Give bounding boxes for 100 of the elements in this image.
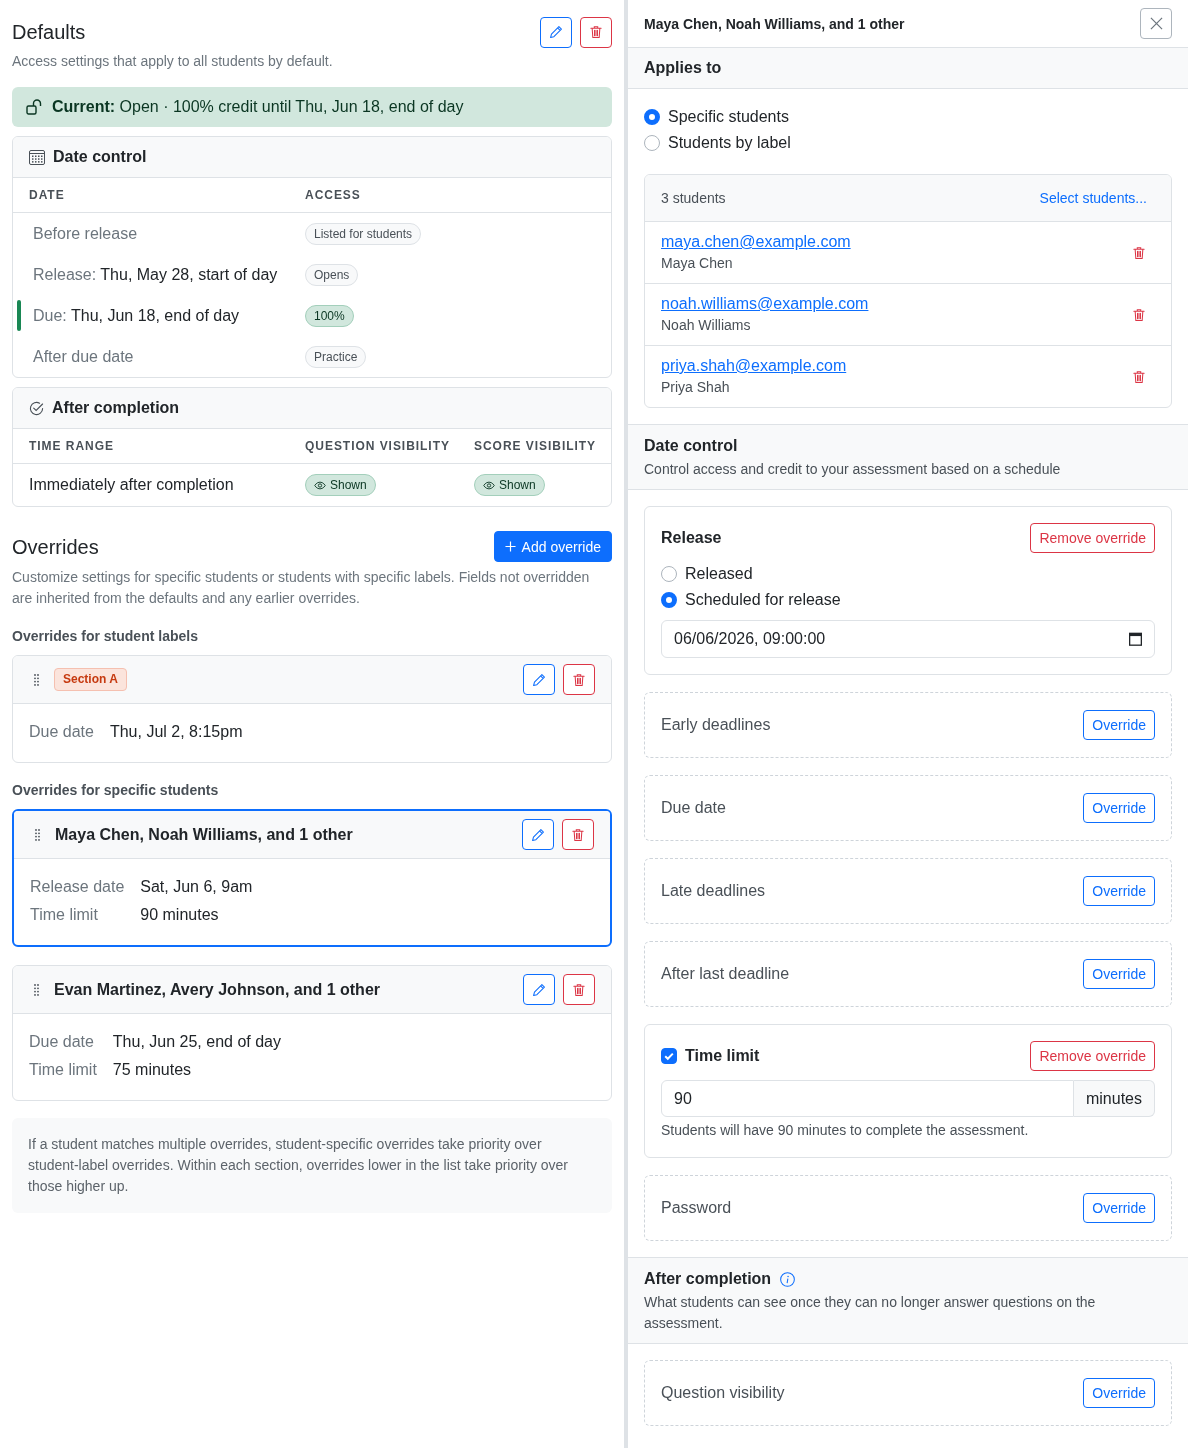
trash-icon <box>572 827 584 842</box>
edit-button[interactable] <box>523 974 555 1005</box>
add-override-button[interactable]: Add override <box>493 531 612 562</box>
access-badge: Practice <box>305 345 367 368</box>
number-field[interactable]: 90 <box>661 1080 1074 1117</box>
column-header: DATE <box>28 188 66 202</box>
select-students-link[interactable]: Select students... <box>1039 187 1147 209</box>
trash-icon <box>1133 307 1145 322</box>
card-title: Date control <box>53 147 147 167</box>
student-count: 3 students <box>661 189 726 208</box>
eye-icon <box>314 480 326 490</box>
calendar-icon <box>29 149 45 165</box>
override-button[interactable]: Override <box>1083 1378 1155 1408</box>
grip-icon[interactable] <box>35 828 40 841</box>
check-circle-icon <box>29 400 44 416</box>
setting-title: Late deadlines <box>661 881 766 901</box>
student-name: Priya Shah <box>661 378 730 397</box>
group-heading: Overrides for specific students <box>12 781 220 800</box>
date-cell-text: Due: Thu, Jun 18, end of day <box>33 305 240 326</box>
override-button[interactable]: Override <box>1083 959 1155 989</box>
label-tag: Section A <box>54 668 127 691</box>
student-name: Noah Williams <box>661 316 751 335</box>
date-cell-text: Release: Thu, May 28, start of day <box>33 264 278 285</box>
email-link[interactable]: noah.williams@example.com <box>661 293 869 315</box>
group-heading: Overrides for student labels <box>12 627 199 646</box>
delete-button[interactable] <box>580 16 612 48</box>
datetime-field[interactable]: 06/06/2026, 09:00:00 <box>661 620 1155 658</box>
close-button[interactable] <box>1140 8 1172 39</box>
field-value: Sat, Jun 6, 9am <box>140 877 254 897</box>
card-title: After completion <box>52 398 180 418</box>
access-badge: Listed for students <box>305 222 422 245</box>
visibility-text: Shown <box>499 477 536 493</box>
priority-note: If a student matches multiple overrides, student-specific overrides take priority over student-label overrides. Within each section, overrides lower in the list take priority over those higher up. <box>12 1118 612 1213</box>
section-description: Control access and credit to your assessment based on a schedule <box>644 460 1062 479</box>
email-link[interactable]: maya.chen@example.com <box>661 231 851 253</box>
setting-title: Due date <box>661 798 726 818</box>
setting-title: Question visibility <box>661 1383 785 1403</box>
radio-label[interactable]: Students by label <box>668 130 791 156</box>
setting-title: After last deadline <box>661 964 790 984</box>
trash-icon <box>573 982 585 997</box>
section-heading: Overrides <box>12 534 99 559</box>
radio-button[interactable] <box>644 109 660 125</box>
visibility-text: Shown <box>330 477 367 493</box>
open-lock-icon <box>26 99 44 115</box>
section-title: After completion <box>644 1269 772 1289</box>
column-header: ACCESS <box>305 188 362 202</box>
access-badge: 100% <box>305 304 354 327</box>
edit-button[interactable] <box>523 664 555 695</box>
pencil-icon <box>532 982 546 997</box>
trash-icon <box>1133 369 1145 384</box>
delete-button[interactable] <box>562 819 594 850</box>
date-cell-text: Before release <box>33 223 138 244</box>
checkbox[interactable] <box>661 1048 677 1064</box>
field-value: Thu, Jun 25, end of day <box>112 1032 282 1052</box>
trash-icon <box>1133 245 1145 260</box>
override-title: Maya Chen, Noah Williams, and 1 other <box>55 824 353 845</box>
field-value: 90 minutes <box>140 905 220 925</box>
edit-button[interactable] <box>522 819 554 850</box>
radio-label[interactable]: Specific students <box>668 104 789 130</box>
trash-icon <box>573 672 585 687</box>
override-button[interactable]: Override <box>1083 876 1155 906</box>
field-label: Time limit <box>29 1060 97 1080</box>
section-heading: Defaults <box>12 20 86 44</box>
radio-button[interactable] <box>661 566 677 582</box>
pencil-icon <box>531 827 545 842</box>
override-card[interactable]: Section A Due date Thu, Jul 2, 8:15pm <box>12 655 612 763</box>
setting-title: Time limit <box>685 1046 760 1066</box>
radio-button[interactable] <box>644 135 660 151</box>
calendar-icon[interactable] <box>1129 632 1142 646</box>
radio-label[interactable]: Scheduled for release <box>685 587 841 613</box>
field-label: Due date <box>29 1032 95 1052</box>
delete-button[interactable] <box>563 974 595 1005</box>
section-description: What students can see once they can no longer answer questions on the assessment. <box>644 1293 1097 1333</box>
email-link[interactable]: priya.shah@example.com <box>661 355 847 377</box>
info-icon[interactable] <box>780 1271 796 1287</box>
setting-title: Release <box>661 528 722 548</box>
radio-label[interactable]: Released <box>685 561 753 587</box>
override-title: Evan Martinez, Avery Johnson, and 1 other <box>54 979 380 1000</box>
override-card[interactable]: Evan Martinez, Avery Johnson, and 1 other Due date Thu, Jun 25, end of day Time limit 75 minutes <box>12 965 612 1101</box>
column-header: TIME RANGE <box>28 439 115 453</box>
column-header: SCORE VISIBILITY <box>474 439 598 453</box>
help-text: Students will have 90 minutes to complete the assessment. <box>661 1121 1030 1140</box>
section-title: Date control <box>644 436 738 456</box>
radio-button[interactable] <box>661 592 677 608</box>
field-value: 75 minutes <box>112 1060 193 1080</box>
grip-icon[interactable] <box>34 673 39 686</box>
override-card[interactable]: Maya Chen, Noah Williams, and 1 other Release date Sat, Jun 6, 9am Time limit 90 minutes <box>12 809 612 947</box>
grip-icon[interactable] <box>34 983 39 996</box>
section-description: Customize settings for specific students or students with specific labels. Fields not overridden are inherited from the defaults and any earlier overrides. <box>12 568 591 608</box>
override-button[interactable]: Override <box>1083 710 1155 740</box>
field-label: Release date <box>30 877 125 897</box>
delete-button[interactable] <box>563 664 595 695</box>
remove-override-button[interactable]: Remove override <box>1030 1041 1155 1071</box>
override-button[interactable]: Override <box>1083 793 1155 823</box>
pencil-icon <box>549 25 563 39</box>
trash-icon <box>590 25 602 39</box>
override-button[interactable]: Override <box>1083 1193 1155 1223</box>
remove-override-button[interactable]: Remove override <box>1030 523 1155 553</box>
edit-button[interactable] <box>540 16 572 48</box>
setting-title: Early deadlines <box>661 715 771 735</box>
